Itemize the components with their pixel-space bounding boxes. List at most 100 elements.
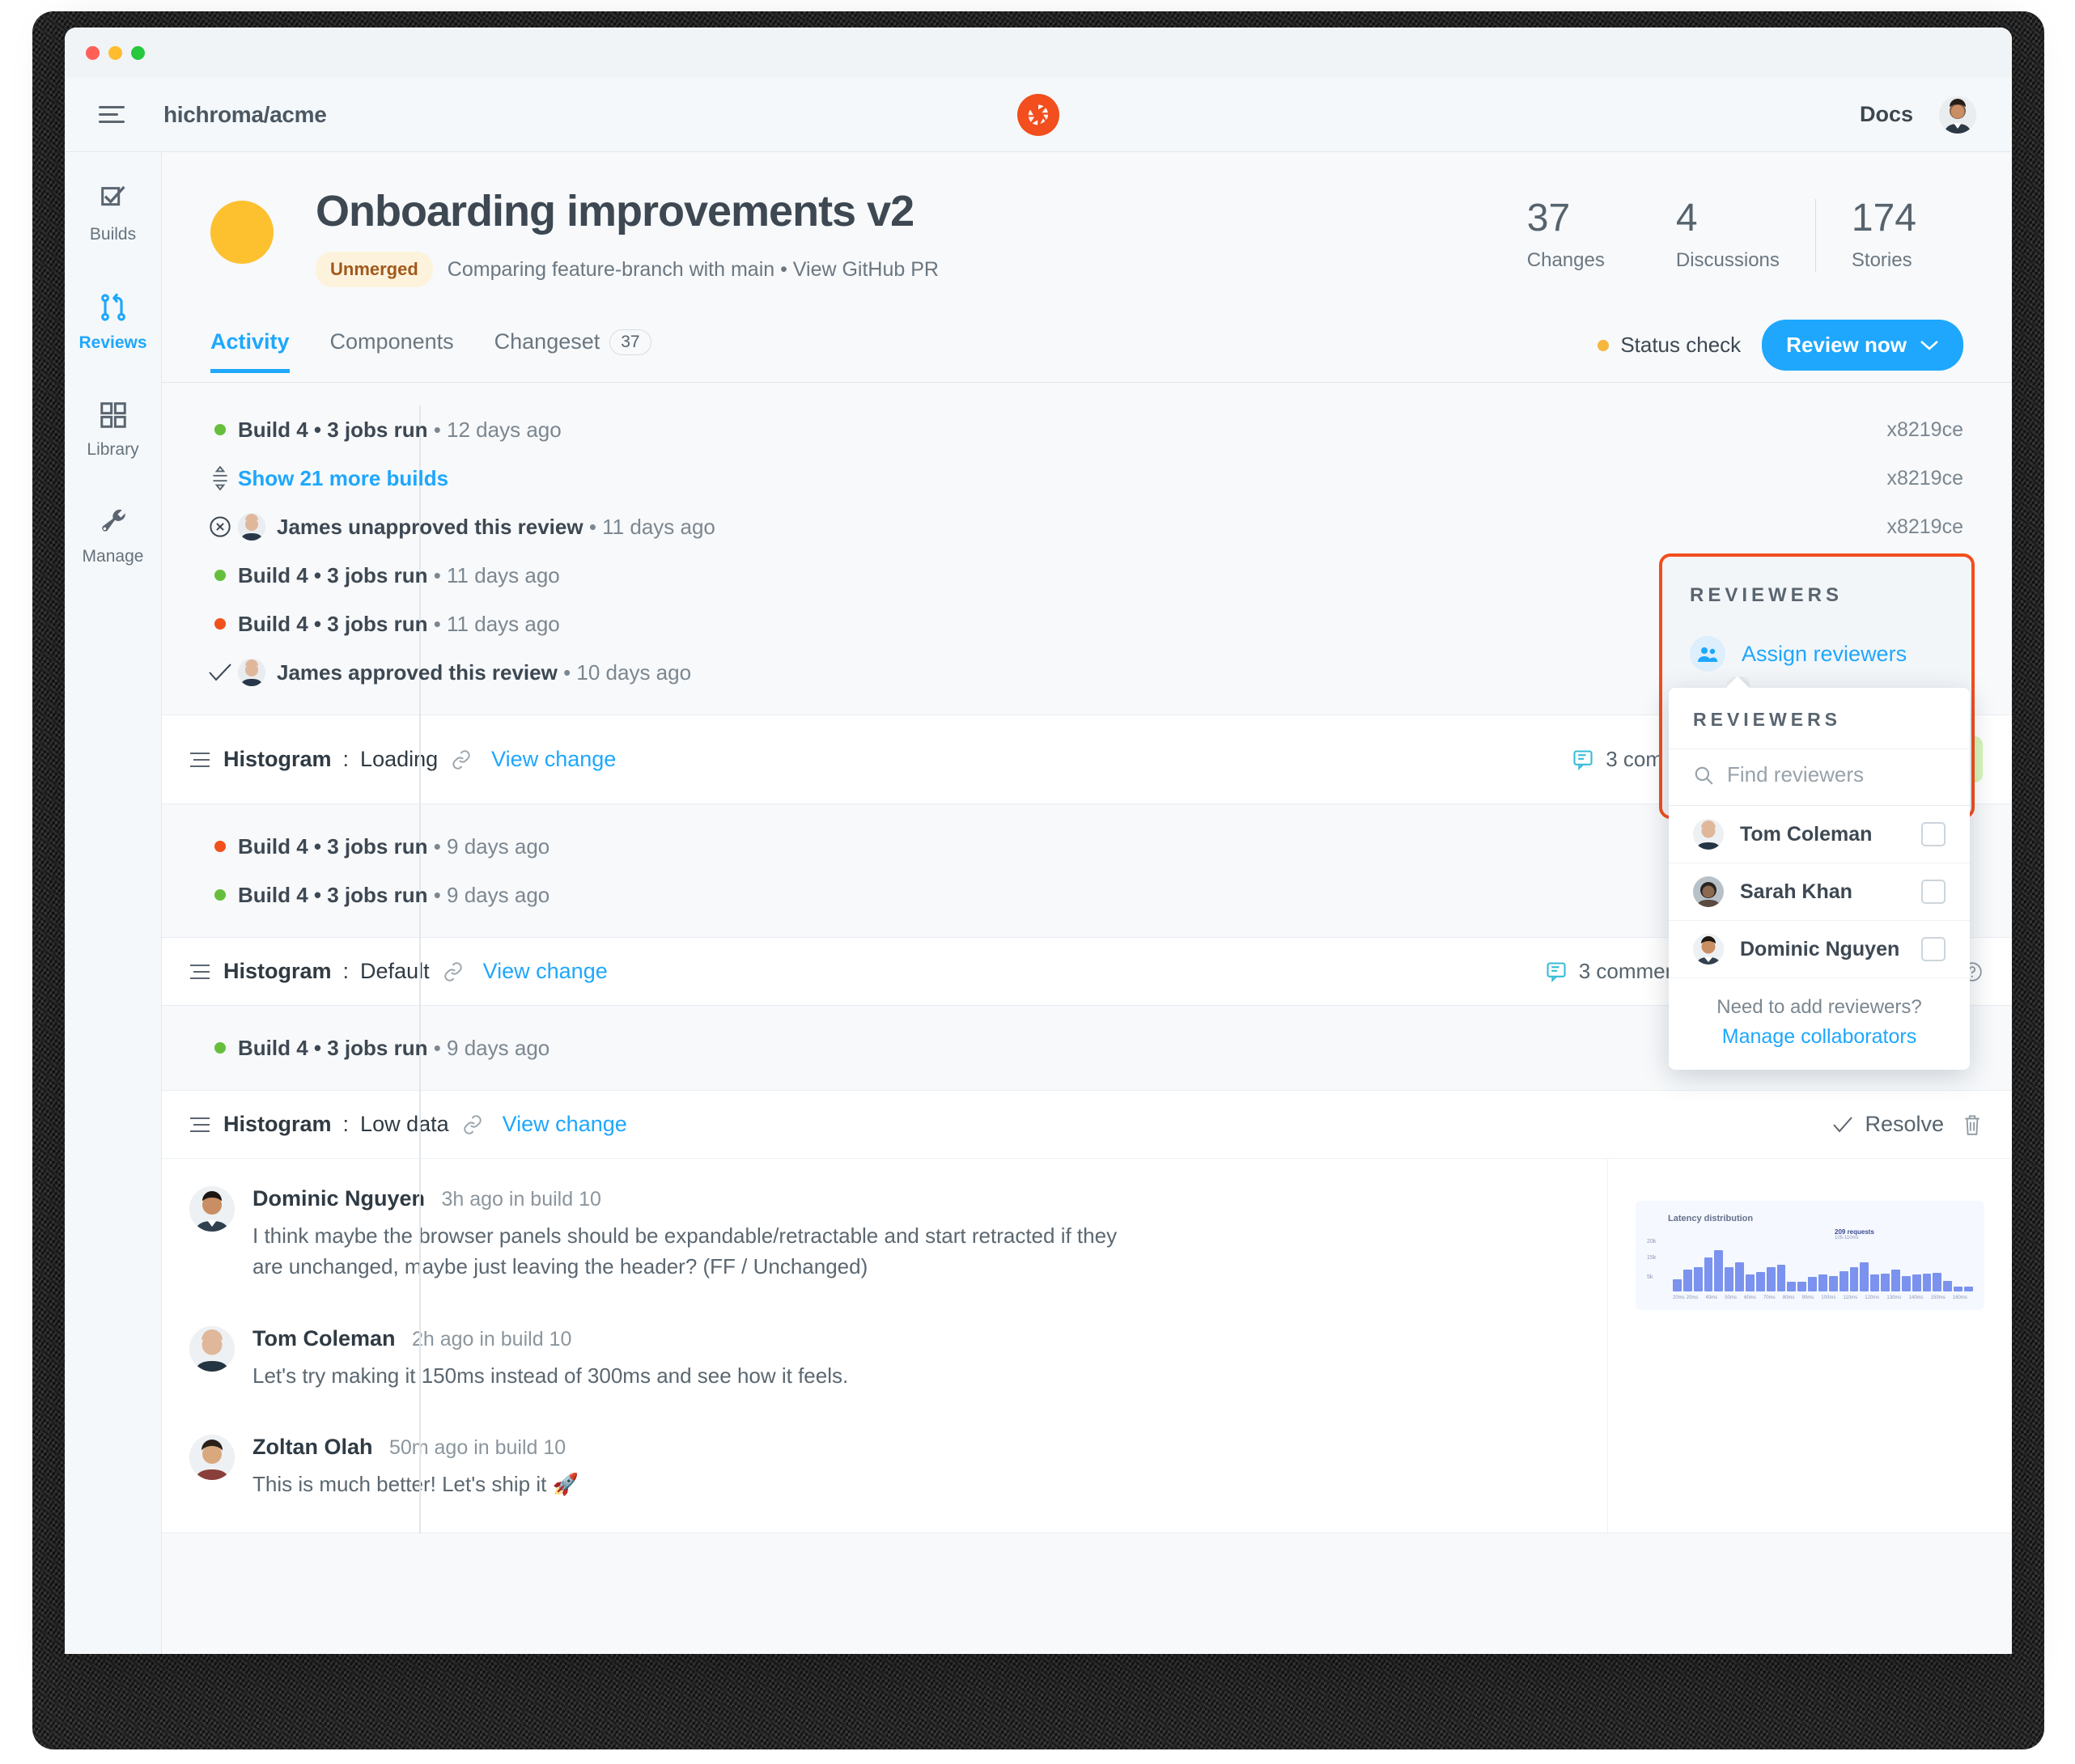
component-name: Histogram xyxy=(223,747,332,772)
review-subtitle[interactable]: Comparing feature-branch with main • Vie… xyxy=(448,258,939,282)
sidebar-item-reviews[interactable]: Reviews xyxy=(65,291,161,353)
comment-header: Dominic Nguyen 3h ago in build 10 xyxy=(252,1186,1143,1211)
feed-item-show-more[interactable]: Show 21 more builds x8219ce xyxy=(210,454,1963,502)
chart-bar xyxy=(1891,1270,1900,1292)
x-tick-label: 140ms xyxy=(1908,1295,1924,1301)
chart-bar xyxy=(1714,1249,1724,1292)
x-tick-label xyxy=(1903,1295,1907,1300)
review-stats: 37 Changes 4 Discussions 174 Stories xyxy=(1492,188,1963,272)
repo-breadcrumb[interactable]: hichroma/acme xyxy=(163,102,327,128)
view-change-link[interactable]: View change xyxy=(483,959,608,984)
stat-label: Changes xyxy=(1526,249,1605,271)
tab-components[interactable]: Components xyxy=(330,329,454,372)
chart-bar xyxy=(1735,1262,1745,1292)
reviewer-checkbox[interactable] xyxy=(1921,937,1946,961)
x-tick-label: 50ms xyxy=(1725,1295,1737,1301)
assign-reviewers-label: Assign reviewers xyxy=(1742,641,1907,666)
feed-item-unapproved[interactable]: James unapproved this review • 11 days a… xyxy=(210,502,1963,551)
reviewer-option-sarah-khan[interactable]: Sarah Khan xyxy=(1669,863,1970,921)
comment-header: Tom Coleman 2h ago in build 10 xyxy=(252,1326,848,1351)
view-change-link[interactable]: View change xyxy=(503,1112,627,1137)
feed-item-time: • 10 days ago xyxy=(563,659,692,685)
tab-label: Components xyxy=(329,329,454,354)
user-avatar[interactable] xyxy=(1939,95,1976,134)
chart-bar xyxy=(1818,1274,1827,1292)
chromatic-logo-icon xyxy=(1017,93,1059,136)
snapshot-thumbnail-column: Latency distribution 20k 15k 5k 209 requ… xyxy=(1607,1159,2012,1533)
link-icon[interactable] xyxy=(451,749,472,770)
sidebar-item-label: Manage xyxy=(82,547,144,566)
view-change-link[interactable]: View change xyxy=(491,747,616,772)
x-tick-label: 120ms xyxy=(1865,1295,1880,1301)
comment-meta: 50m ago in build 10 xyxy=(388,1436,566,1460)
component-icon xyxy=(189,751,210,769)
x-tick-label xyxy=(1777,1295,1781,1300)
feed-item-time: • 9 days ago xyxy=(433,1035,550,1060)
stat-label: Stories xyxy=(1851,249,1912,271)
reviewer-name: Tom Coleman xyxy=(1740,822,1873,846)
y-tick-label: 15k xyxy=(1647,1255,1657,1262)
page-title: Onboarding improvements v2 xyxy=(316,187,914,235)
minimize-traffic-light[interactable] xyxy=(108,45,122,60)
tab-activity[interactable]: Activity xyxy=(210,329,290,374)
feed-item-text: Build 4 • 3 jobs run • 11 days ago xyxy=(238,563,560,588)
reviewer-checkbox[interactable] xyxy=(1921,880,1946,904)
feed-item-text: Build 4 • 3 jobs run • 9 days ago xyxy=(238,1036,550,1061)
grid-icon xyxy=(98,400,129,430)
comment-item: Dominic Nguyen 3h ago in build 10 I thin… xyxy=(189,1186,1575,1282)
close-traffic-light[interactable] xyxy=(86,45,100,60)
reviewer-option-dominic-nguyen[interactable]: Dominic Nguyen xyxy=(1669,921,1970,978)
find-reviewers-input[interactable]: Find reviewers xyxy=(1669,748,1970,806)
comment-item: Tom Coleman 2h ago in build 10 Let's try… xyxy=(189,1325,1575,1392)
feed-item-text: Build 4 • 3 jobs run • 9 days ago xyxy=(238,883,550,908)
link-icon[interactable] xyxy=(462,1114,483,1135)
review-now-button[interactable]: Review now xyxy=(1762,320,1963,371)
docs-link[interactable]: Docs xyxy=(1860,102,1913,127)
comment-body: Let's try making it 150ms instead of 300… xyxy=(252,1363,849,1388)
search-placeholder: Find reviewers xyxy=(1727,762,1865,787)
feed-item-build[interactable]: Build 4 • 3 jobs run • 12 days ago x8219… xyxy=(210,405,1963,454)
resolve-button[interactable]: Resolve xyxy=(1832,1112,1944,1137)
feed-item-time: • 12 days ago xyxy=(433,417,562,442)
feed-item-main: Build 4 • 3 jobs run xyxy=(238,417,428,442)
comment-content: Tom Coleman 2h ago in build 10 Let's try… xyxy=(252,1326,848,1392)
reviewer-option-tom-coleman[interactable]: Tom Coleman xyxy=(1669,806,1970,863)
latency-histogram-thumbnail[interactable]: Latency distribution 20k 15k 5k 209 requ… xyxy=(1636,1201,1984,1311)
hamburger-icon[interactable] xyxy=(99,106,134,123)
sidebar-item-builds[interactable]: Builds xyxy=(65,183,161,244)
reviewer-checkbox[interactable] xyxy=(1921,822,1946,846)
avatar xyxy=(238,659,265,687)
show-more-builds-link[interactable]: Show 21 more builds xyxy=(238,466,448,491)
status-check[interactable]: Status check xyxy=(1598,333,1741,358)
build-status-pip-icon xyxy=(202,1042,238,1054)
resolve-label: Resolve xyxy=(1865,1112,1944,1137)
chart-bar xyxy=(1933,1272,1942,1292)
feed-item-text: Build 4 • 3 jobs run • 12 days ago xyxy=(238,418,562,443)
chart-bar xyxy=(1682,1270,1692,1292)
build-status-pip-icon xyxy=(202,889,238,901)
dropdown-title: REVIEWERS xyxy=(1693,709,1842,730)
maximize-traffic-light[interactable] xyxy=(131,45,145,60)
x-circle-icon xyxy=(202,515,238,538)
trash-icon[interactable] xyxy=(1962,1113,1983,1136)
tab-changeset[interactable]: Changeset 37 xyxy=(494,329,651,373)
link-icon[interactable] xyxy=(443,961,464,982)
chart-bar xyxy=(1704,1257,1713,1292)
build-status-pip-icon xyxy=(202,618,238,630)
comment-body: This is much better! Let's ship it 🚀 xyxy=(252,1472,579,1497)
chart-bar xyxy=(1755,1272,1765,1292)
card-title: Histogram: Loading xyxy=(223,747,438,772)
sidebar-item-library[interactable]: Library xyxy=(65,400,161,460)
assign-reviewers-button[interactable]: Assign reviewers xyxy=(1662,636,1971,672)
changeset-count-badge: 37 xyxy=(609,329,651,355)
chart-bar xyxy=(1776,1264,1786,1292)
stat-stories: 174 Stories xyxy=(1814,199,1952,272)
title-separator: : xyxy=(342,1112,350,1137)
chart-plot-area: 20k 15k 5k 209 requests 105-110ms xyxy=(1647,1227,1973,1292)
comment-item: Zoltan Olah 50m ago in build 10 This is … xyxy=(189,1435,1575,1500)
comment-list: Dominic Nguyen 3h ago in build 10 I thin… xyxy=(162,1159,1607,1533)
x-tick-label xyxy=(1881,1295,1885,1300)
manage-collaborators-link[interactable]: Manage collaborators xyxy=(1693,1025,1946,1049)
avatar xyxy=(1693,819,1724,850)
sidebar-item-manage[interactable]: Manage xyxy=(65,507,161,566)
